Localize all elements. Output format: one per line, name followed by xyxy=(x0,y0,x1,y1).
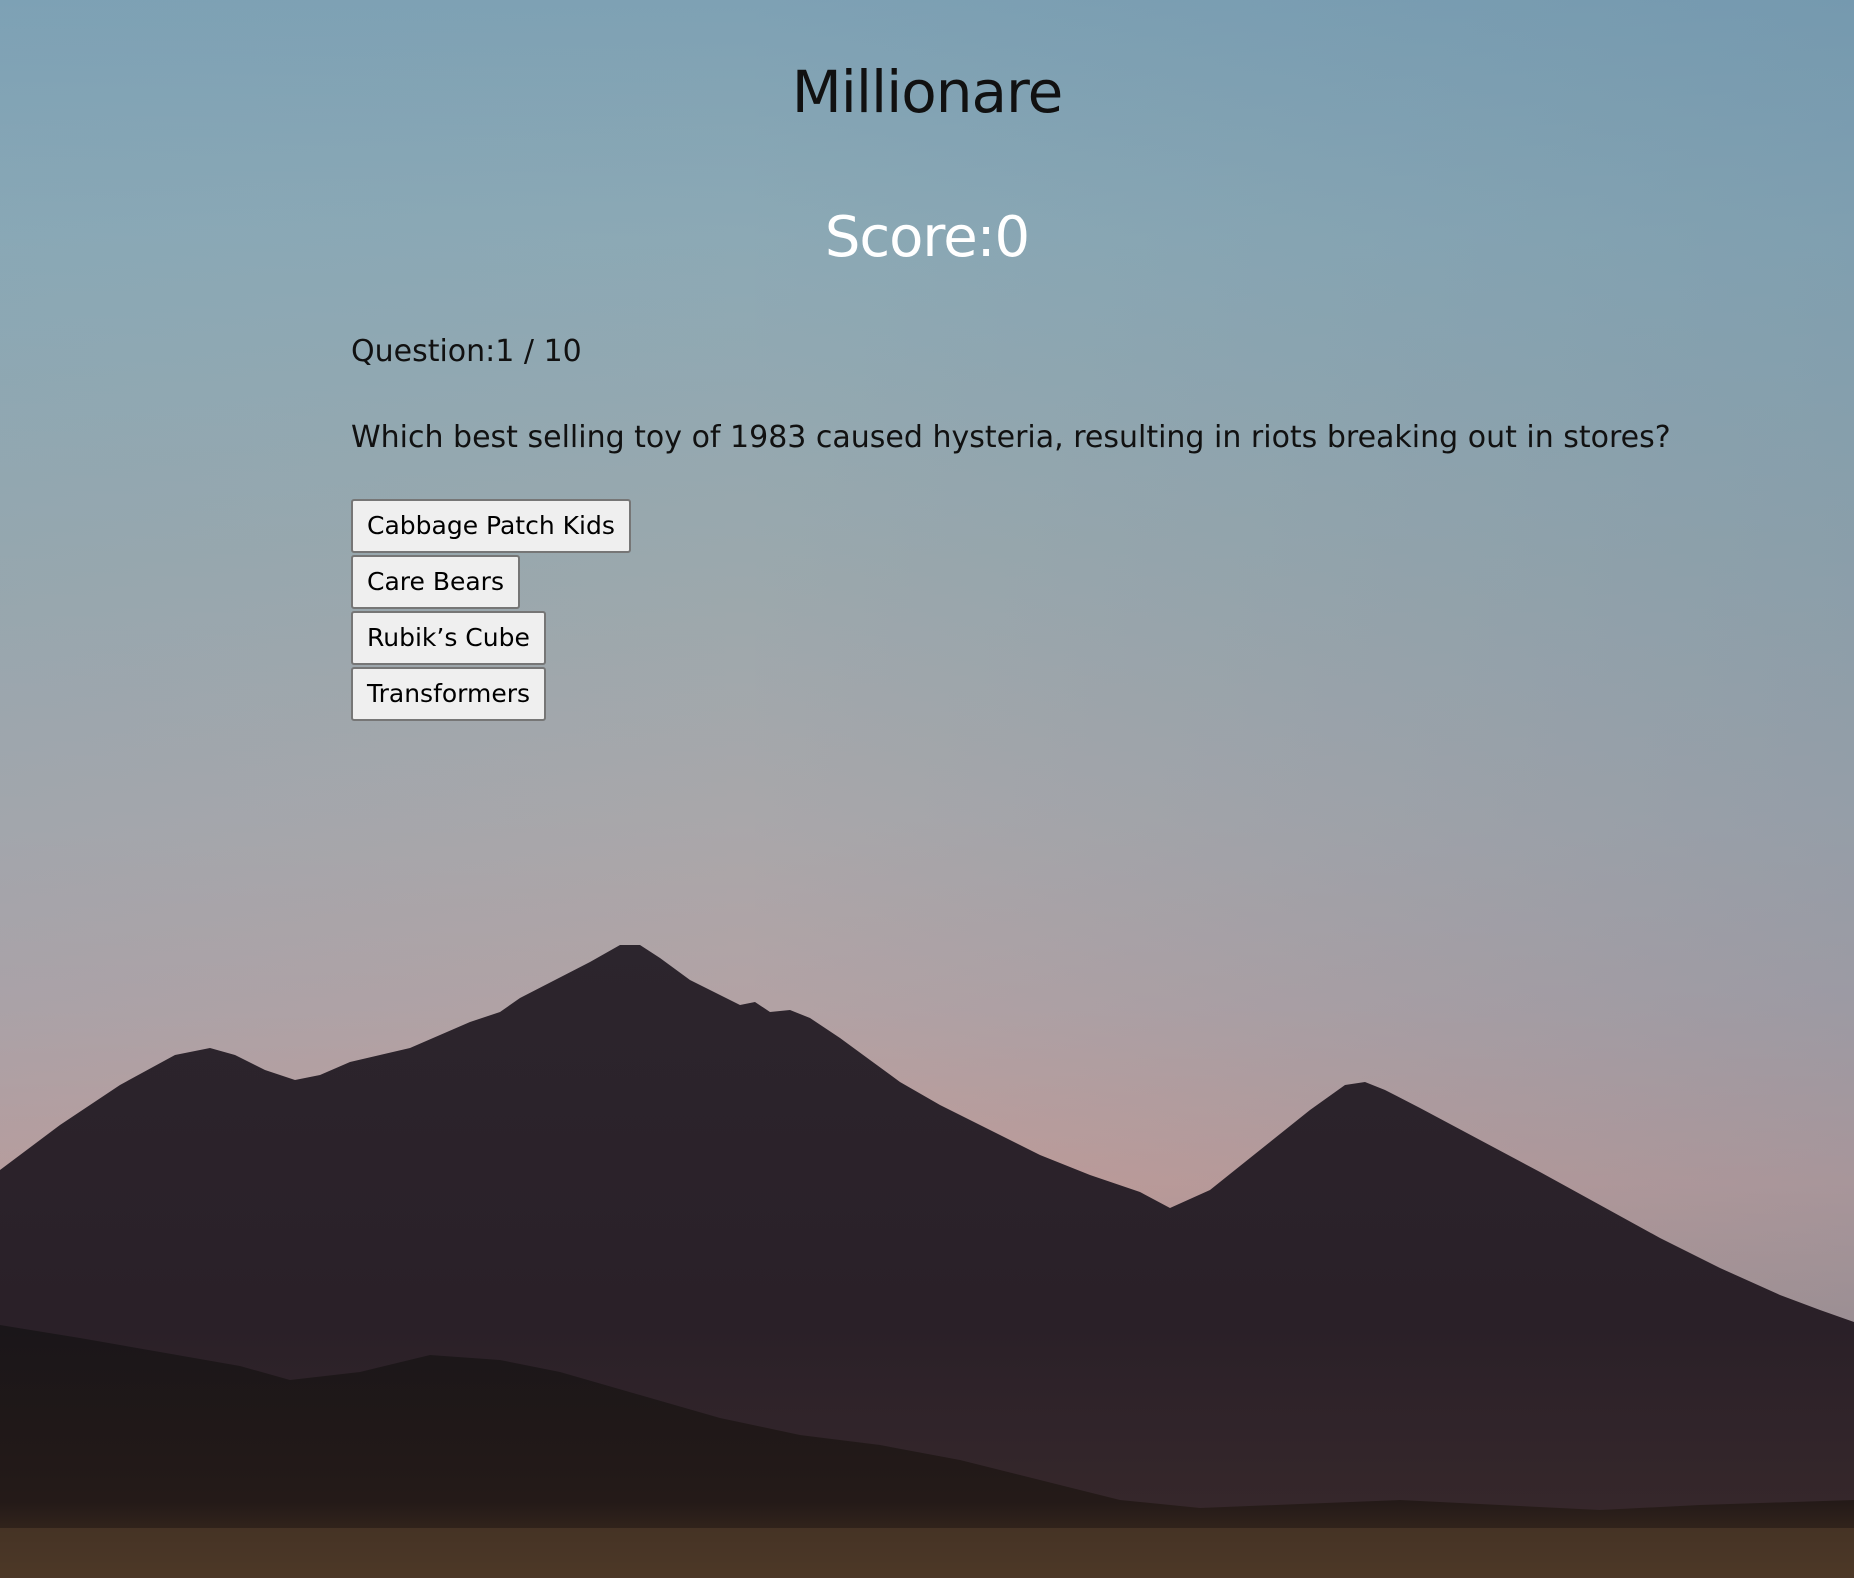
main-mountain-range xyxy=(0,945,1854,1578)
foreground-hills xyxy=(0,1325,1854,1578)
answer-button-cabbage-patch-kids[interactable]: Cabbage Patch Kids xyxy=(351,499,631,553)
question-counter: Question:1 / 10 xyxy=(351,334,582,369)
question-counter-label: Question: xyxy=(351,334,496,369)
answer-button-rubiks-cube[interactable]: Rubik’s Cube xyxy=(351,611,546,665)
answer-list: Cabbage Patch Kids Care Bears Rubik’s Cu… xyxy=(351,499,631,721)
answer-button-transformers[interactable]: Transformers xyxy=(351,667,547,721)
score-display: Score:0 xyxy=(0,205,1854,270)
page-title: Millionare xyxy=(791,58,1064,126)
answer-button-care-bears[interactable]: Care Bears xyxy=(351,555,520,609)
question-text: Which best selling toy of 1983 caused hy… xyxy=(351,420,1671,455)
question-counter-value: 1 / 10 xyxy=(495,334,582,369)
score-value: 0 xyxy=(994,205,1031,270)
score-label: Score: xyxy=(824,205,996,270)
ground-strip xyxy=(0,1528,1854,1578)
